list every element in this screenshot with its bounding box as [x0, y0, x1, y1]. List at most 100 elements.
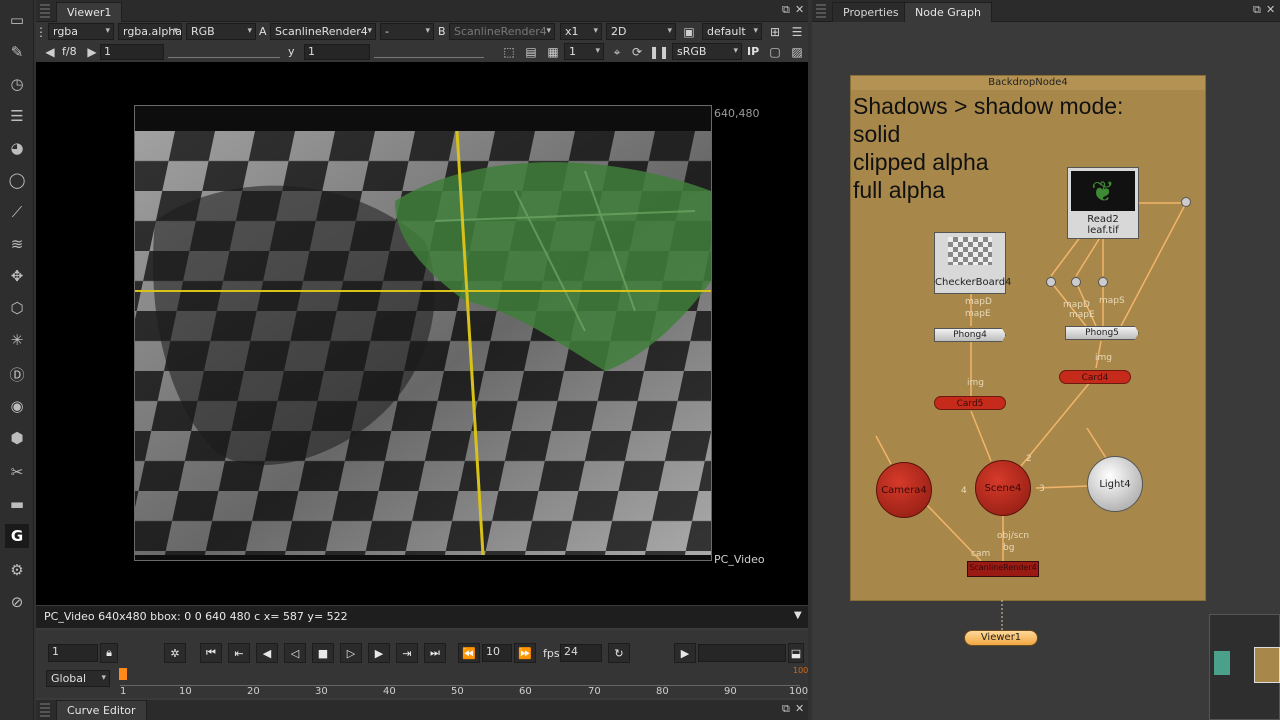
card5-node[interactable]: Card5: [934, 396, 1006, 410]
alpha-channel-dropdown[interactable]: rgba.alpha: [118, 23, 182, 40]
fps-field[interactable]: 24: [560, 644, 602, 662]
gain-slider[interactable]: [168, 48, 280, 58]
pane-grip-icon[interactable]: [816, 4, 826, 18]
camera-node[interactable]: Camera4: [876, 462, 932, 518]
refresh-icon[interactable]: ⟳: [628, 43, 646, 61]
tab-curve-editor[interactable]: Curve Editor: [56, 700, 147, 720]
range-mode-dropdown[interactable]: Global: [46, 670, 110, 687]
tab-viewer1[interactable]: Viewer1: [56, 2, 123, 22]
pane-grip-icon[interactable]: [40, 703, 50, 717]
current-frame-field[interactable]: 1: [48, 644, 98, 662]
gamma-field[interactable]: 1: [304, 44, 370, 60]
colorspace-dropdown[interactable]: sRGB: [672, 43, 742, 60]
clip-warning-icon[interactable]: ▢: [766, 43, 784, 61]
frame-settings-icon[interactable]: ✲: [164, 643, 186, 663]
dot-node[interactable]: [1181, 197, 1191, 207]
merge-tools-icon[interactable]: ≋: [5, 232, 29, 256]
tab-node-graph[interactable]: Node Graph: [904, 2, 992, 22]
dot-node[interactable]: [1046, 277, 1056, 287]
increment-field[interactable]: 10: [482, 644, 512, 662]
prev-keyframe-icon[interactable]: ⇤: [228, 643, 250, 663]
float-pane-icon[interactable]: ⧉: [1253, 3, 1261, 17]
gain-field[interactable]: 1: [100, 44, 164, 60]
safe-area-icon[interactable]: ⌖: [608, 43, 626, 61]
skip-back-icon[interactable]: ⏪: [458, 643, 480, 663]
proxy-dropdown[interactable]: 1: [564, 43, 604, 60]
proxy-icon[interactable]: ▦: [544, 43, 562, 61]
prev-frame-icon[interactable]: ◀: [256, 643, 278, 663]
transform-tools-icon[interactable]: ✥: [5, 264, 29, 288]
phong4-node[interactable]: Phong4: [934, 328, 1006, 342]
viewer-node[interactable]: Viewer1: [964, 630, 1038, 646]
read-node[interactable]: ❦ Read2 leaf.tif: [1067, 167, 1139, 239]
timeline-settings-icon[interactable]: ⬓: [788, 643, 804, 663]
furnace-tools-icon[interactable]: ⊘: [5, 590, 29, 614]
float-pane-icon[interactable]: ⧉: [782, 3, 790, 17]
close-pane-icon[interactable]: ✕: [795, 3, 804, 16]
loop-mode-icon[interactable]: ↻: [608, 643, 630, 663]
graph-minimap[interactable]: [1209, 614, 1280, 720]
color-tools-icon[interactable]: ◕: [5, 136, 29, 160]
playhead[interactable]: [119, 668, 127, 680]
play-forward-icon[interactable]: ▷: [340, 643, 362, 663]
first-frame-icon[interactable]: ⏮: [200, 643, 222, 663]
time-tools-icon[interactable]: ◷: [5, 72, 29, 96]
viewer-menu-icon[interactable]: ☰: [788, 23, 806, 41]
input-a-dropdown[interactable]: ScanlineRender4: [270, 23, 376, 40]
node-graph-canvas[interactable]: BackdropNode4 Shadows > shadow mode: sol…: [812, 22, 1280, 720]
grid-overlay-icon[interactable]: ⊞: [766, 23, 784, 41]
input-b-dropdown[interactable]: ScanlineRender4: [449, 23, 555, 40]
deep-tools-icon[interactable]: Ⓓ: [5, 362, 29, 386]
draw-tools-icon[interactable]: ✎: [5, 40, 29, 64]
channel-tools-icon[interactable]: ☰: [5, 104, 29, 128]
pane-grip-icon[interactable]: [40, 4, 50, 18]
toolsets-icon[interactable]: ✂: [5, 460, 29, 484]
last-frame-icon[interactable]: ⏭: [424, 643, 446, 663]
channels-dropdown[interactable]: rgba: [48, 23, 114, 40]
composite-dropdown[interactable]: -: [380, 23, 434, 40]
close-pane-icon[interactable]: ✕: [795, 702, 804, 715]
close-pane-icon[interactable]: ✕: [1266, 3, 1275, 16]
flipbook-icon[interactable]: ▶: [674, 643, 696, 663]
viewer-viewport[interactable]: 640,480 PC_Video: [36, 62, 808, 605]
fstop-decrease-icon[interactable]: ◀: [44, 43, 56, 61]
filter-tools-icon[interactable]: ◯: [5, 168, 29, 192]
play-backward-icon[interactable]: ◁: [284, 643, 306, 663]
scene-node[interactable]: Scene4: [975, 460, 1031, 516]
metadata-tools-icon[interactable]: ⬢: [5, 426, 29, 450]
pause-icon[interactable]: ❚❚: [649, 43, 669, 61]
timeline-scrubber[interactable]: [120, 678, 800, 686]
dot-node[interactable]: [1071, 277, 1081, 287]
lock-range-icon[interactable]: 🔒︎: [100, 643, 118, 663]
lut-dropdown[interactable]: default: [702, 23, 762, 40]
next-frame-icon[interactable]: ▶: [368, 643, 390, 663]
scanline-render-node[interactable]: ScanlineRender4: [967, 561, 1039, 577]
image-tools-icon[interactable]: ▭: [5, 8, 29, 32]
particles-tools-icon[interactable]: ✳: [5, 328, 29, 352]
wipe-icon[interactable]: ▨: [788, 43, 806, 61]
dot-node[interactable]: [1098, 277, 1108, 287]
checkerboard-node[interactable]: CheckerBoard4: [934, 232, 1011, 294]
backdrop-node[interactable]: BackdropNode4 Shadows > shadow mode: sol…: [850, 75, 1206, 601]
light-node[interactable]: Light4: [1087, 456, 1143, 512]
timeline-range-field[interactable]: [698, 644, 786, 662]
plugins-icon[interactable]: ⚙: [5, 558, 29, 582]
view-mode-dropdown[interactable]: 2D: [606, 23, 676, 40]
display-mode-dropdown[interactable]: RGB: [186, 23, 256, 40]
input-process-button[interactable]: IP: [747, 45, 759, 58]
gamma-slider[interactable]: [374, 48, 484, 58]
float-pane-icon[interactable]: ⧉: [782, 702, 790, 716]
keyer-tools-icon[interactable]: ⟋: [5, 200, 29, 224]
tab-properties[interactable]: Properties: [832, 2, 910, 22]
next-keyframe-icon[interactable]: ⇥: [396, 643, 418, 663]
gizmo-tools-icon[interactable]: G: [5, 524, 29, 548]
roi-icon[interactable]: ⬚: [500, 43, 518, 61]
phong5-node[interactable]: Phong5: [1065, 326, 1139, 340]
zoom-dropdown[interactable]: x1: [560, 23, 602, 40]
region-icon[interactable]: ▤: [522, 43, 540, 61]
skip-forward-icon[interactable]: ⏩: [514, 643, 536, 663]
3d-tools-icon[interactable]: ⬡: [5, 296, 29, 320]
card4-node[interactable]: Card4: [1059, 370, 1131, 384]
other-tools-icon[interactable]: ▬: [5, 492, 29, 516]
views-tools-icon[interactable]: ◉: [5, 394, 29, 418]
